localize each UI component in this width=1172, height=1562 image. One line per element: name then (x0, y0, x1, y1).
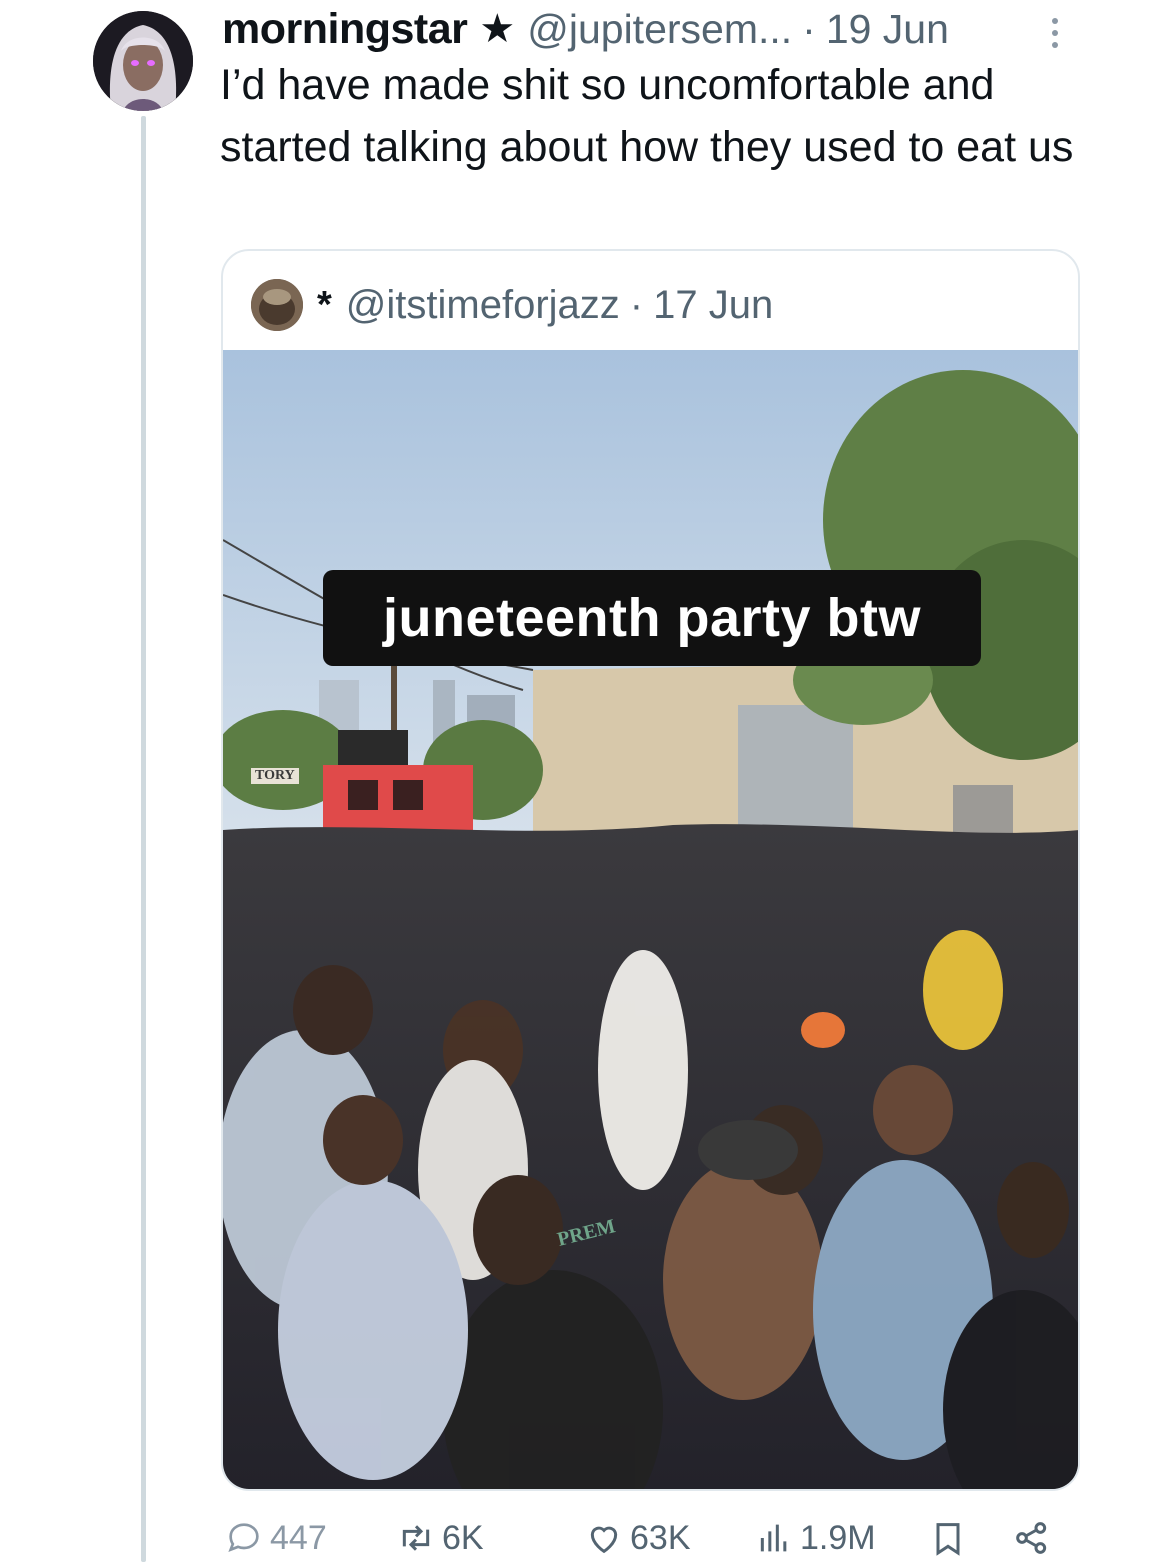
separator-dot: · (629, 282, 644, 327)
reply-count: 447 (270, 1518, 327, 1557)
share-button[interactable] (1012, 1515, 1058, 1561)
repost-icon (402, 1525, 430, 1551)
repost-count: 6K (442, 1518, 484, 1557)
bookmark-button[interactable] (928, 1515, 974, 1561)
display-name[interactable]: morningstar (222, 5, 468, 54)
share-icon (1016, 1522, 1047, 1554)
user-handle[interactable]: @jupitersem... (527, 6, 792, 53)
like-count: 63K (630, 1518, 691, 1557)
quoted-tweet-header: * @itstimeforjazz · 17 Jun (251, 277, 773, 333)
quoted-video[interactable]: juneteenth party btw TORY PREM (223, 350, 1078, 1489)
bookmark-icon (936, 1523, 960, 1556)
heart-icon (590, 1526, 618, 1554)
like-button[interactable]: 63K (584, 1515, 691, 1561)
video-caption: juneteenth party btw (323, 570, 981, 666)
tweet-text: I’d have made shit so uncomfortable and … (220, 61, 1074, 171)
star-icon: ★ (479, 7, 516, 51)
avatar[interactable] (93, 11, 193, 111)
avatar-image (93, 11, 193, 111)
quoted-handle: @itstimeforjazz (345, 282, 620, 327)
reply-button[interactable]: 447 (224, 1515, 327, 1561)
thread-connector-line (141, 116, 146, 1562)
repost-button[interactable]: 6K (396, 1515, 484, 1561)
views-icon (760, 1524, 787, 1552)
quoted-tweet-card[interactable]: * @itstimeforjazz · 17 Jun juneteenth pa… (221, 249, 1080, 1491)
quoted-avatar (251, 279, 303, 331)
more-options-icon[interactable] (1050, 18, 1060, 48)
quoted-display-name: * (317, 283, 332, 326)
separator-dot: · (802, 5, 816, 52)
reply-icon (228, 1523, 259, 1552)
views-count: 1.9M (800, 1518, 876, 1557)
sign-text: TORY (251, 768, 299, 784)
video-frame (223, 350, 1078, 1489)
views-button[interactable]: 1.9M (754, 1515, 876, 1561)
quoted-date: 17 Jun (653, 282, 774, 327)
tweet-date[interactable]: 19 Jun (826, 6, 949, 53)
tweet-header: morningstar ★ @jupitersem... · 19 Jun (222, 5, 1102, 54)
tweet-actions-bar: 447 6K 63K 1.9M (222, 1515, 1062, 1562)
